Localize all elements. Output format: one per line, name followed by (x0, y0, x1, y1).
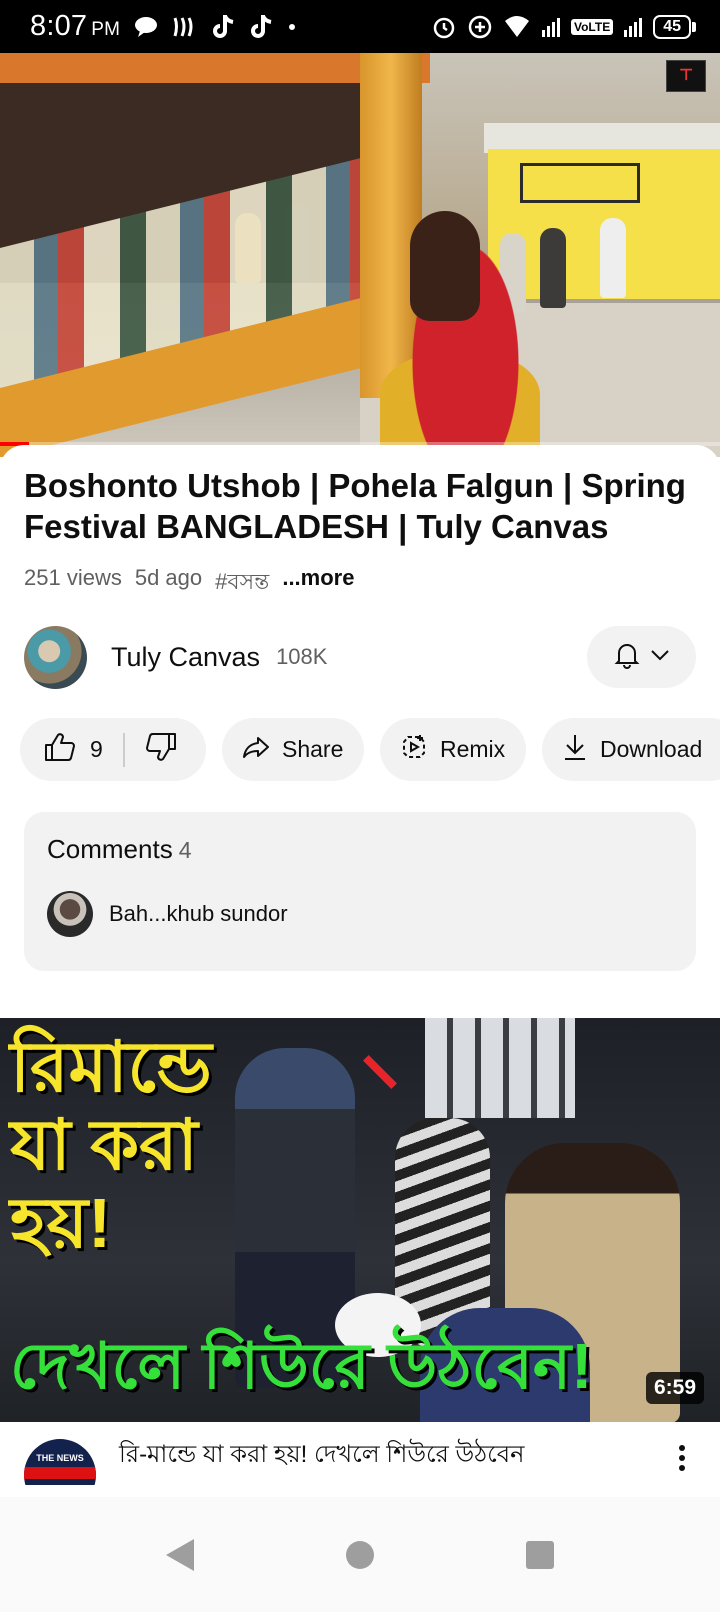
remix-icon (400, 733, 428, 767)
signal-waves-icon (172, 16, 198, 38)
wifi-icon (503, 15, 531, 39)
status-time: 8:07 PM (30, 10, 121, 42)
download-icon (562, 733, 588, 767)
tiktok-icon-2 (250, 14, 274, 40)
more-notifications-dot-icon (288, 23, 296, 31)
alarm-icon (431, 14, 457, 40)
cell-signal-icon-2 (623, 16, 643, 38)
remix-button[interactable]: Remix (380, 718, 526, 781)
thumb-overlay-text-bottom: দেখলে শিউরে উঠবেন! (10, 1330, 593, 1402)
thumbs-up-icon (44, 732, 76, 768)
subscriber-count: 108K (276, 644, 328, 669)
comments-heading-label: Comments (47, 834, 173, 864)
scene-person (540, 228, 566, 308)
kebab-menu-icon[interactable] (678, 1444, 686, 1479)
download-button[interactable]: Download (542, 718, 720, 781)
view-count: 251 views (24, 565, 122, 590)
next-video-thumbnail[interactable]: রিমান্ডে যা করা হয়! দেখলে শিউরে উঠবেন! … (0, 1018, 720, 1422)
status-bar: 8:07 PM VoLTE 45 (0, 0, 720, 53)
thumb-overlay-text-top: রিমান্ডে যা করা হয়! (10, 1028, 212, 1262)
back-icon[interactable] (166, 1538, 194, 1571)
subscription-bell-button[interactable] (587, 626, 696, 688)
next-video-meta[interactable]: THE NEWS রি-মান্ডে যা করা হয়! দেখলে শিউ… (0, 1422, 720, 1485)
like-button[interactable]: 9 (44, 732, 103, 768)
next-video-title[interactable]: রি-মান্ডে যা করা হয়! দেখলে শিউরে উঠবেন (119, 1439, 639, 1471)
next-channel-avatar-stripe (24, 1467, 96, 1479)
bell-icon (614, 641, 640, 674)
video-duration-badge: 6:59 (645, 1372, 704, 1404)
thumbs-down-icon (145, 732, 177, 767)
channel-avatar[interactable] (24, 625, 87, 689)
channel-name[interactable]: Tuly Canvas (111, 642, 260, 673)
channel-watermark-logo: ⊤ (666, 60, 706, 92)
video-player[interactable]: ⊤ (0, 53, 720, 457)
recents-icon[interactable] (526, 1540, 554, 1569)
hashtag-link[interactable]: #বসন্ত (215, 565, 269, 602)
upload-age: 5d ago (134, 565, 203, 590)
battery-tip (692, 21, 696, 32)
scene-person (600, 218, 626, 298)
cell-signal-icon (541, 16, 561, 38)
thumb-window (425, 1018, 575, 1118)
comments-section[interactable]: Comments 4 Bah...khub sundor (24, 812, 696, 971)
video-title[interactable]: Boshonto Utshob | Pohela Falgun | Spring… (24, 465, 696, 547)
dislike-button[interactable] (145, 732, 177, 768)
comments-count: 4 (178, 837, 192, 863)
action-bar: 9 Share Remix Download (20, 718, 720, 781)
next-channel-avatar-text: THE NEWS (36, 1453, 84, 1463)
home-icon[interactable] (346, 1540, 374, 1569)
tiktok-icon (212, 14, 236, 40)
like-dislike-group: 9 (20, 718, 206, 781)
more-link[interactable]: ...more (282, 565, 354, 602)
thumb-red-arrow (363, 1055, 397, 1089)
remix-label: Remix (440, 736, 506, 762)
notification-icons (134, 14, 296, 40)
like-count: 9 (90, 736, 103, 762)
next-channel-avatar[interactable]: THE NEWS (24, 1439, 96, 1485)
battery-level: 45 (653, 14, 691, 39)
top-comment-text: Bah...khub sundor (109, 901, 288, 926)
chat-bubble-icon (134, 16, 158, 38)
status-right: VoLTE 45 (431, 14, 696, 40)
commenter-avatar (47, 891, 93, 937)
comments-heading: Comments 4 (47, 834, 192, 865)
like-divider (122, 732, 125, 767)
share-button[interactable]: Share (222, 718, 364, 781)
share-label: Share (282, 736, 344, 762)
data-saver-icon (467, 14, 493, 40)
chevron-down-icon (650, 648, 670, 666)
channel-row: Tuly Canvas 108K (24, 625, 696, 689)
scene-far-sign (520, 163, 640, 203)
battery-indicator: 45 (653, 14, 696, 39)
video-details-panel: Boshonto Utshob | Pohela Falgun | Spring… (0, 445, 720, 1497)
volte-badge: VoLTE (570, 18, 614, 35)
share-arrow-icon (242, 735, 270, 765)
scene-woman-hair (410, 211, 480, 321)
video-meta[interactable]: 251 views 5d ago #বসন্ত ...more (24, 565, 354, 602)
download-label: Download (600, 736, 703, 762)
system-nav-bar (0, 1497, 720, 1612)
